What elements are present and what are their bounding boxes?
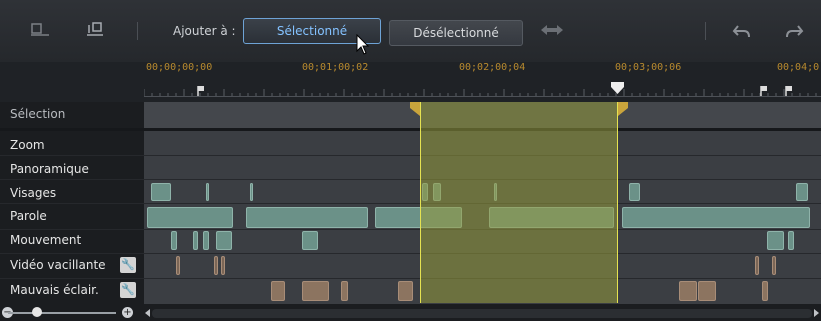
faces-segment[interactable] bbox=[206, 183, 209, 201]
motion-segment[interactable] bbox=[171, 231, 177, 250]
toolbar: Ajouter à : Sélectionné Désélectionné bbox=[0, 0, 821, 63]
selection-range[interactable] bbox=[420, 102, 618, 303]
shaky-video-segment[interactable] bbox=[755, 256, 759, 275]
add-to-label: Ajouter à : bbox=[173, 24, 236, 38]
row-label-bad-lighting: Mauvais éclair. bbox=[10, 283, 99, 297]
shaky-video-segment[interactable] bbox=[214, 256, 218, 275]
row-divider bbox=[0, 278, 821, 279]
faces-segment[interactable] bbox=[250, 183, 253, 201]
timecode-3: 00;03;00;06 bbox=[615, 62, 682, 73]
bad-lighting-segment[interactable] bbox=[698, 281, 716, 301]
faces-segment[interactable] bbox=[796, 183, 808, 201]
horizontal-scrollbar[interactable] bbox=[152, 309, 812, 318]
swap-arrows-icon[interactable] bbox=[537, 21, 563, 43]
faces-segment[interactable] bbox=[151, 183, 171, 201]
shaky-video-segment[interactable] bbox=[176, 256, 180, 275]
row-divider bbox=[0, 229, 821, 230]
motion-segment[interactable] bbox=[788, 231, 794, 250]
timecode-4: 00;04;0 bbox=[777, 62, 820, 73]
motion-segment[interactable] bbox=[302, 231, 318, 250]
motion-segment[interactable] bbox=[203, 231, 209, 250]
row-divider bbox=[0, 203, 821, 204]
zoom-in-icon[interactable]: + bbox=[122, 307, 133, 318]
bad-lighting-segment[interactable] bbox=[271, 281, 285, 301]
bad-lighting-segment[interactable] bbox=[398, 281, 413, 301]
marker-flag-icon[interactable] bbox=[760, 86, 768, 96]
speech-segment[interactable] bbox=[622, 207, 810, 228]
ruler-baseline bbox=[144, 96, 821, 97]
timecode-0: 00;00;00;00 bbox=[146, 62, 213, 73]
playhead-icon[interactable] bbox=[611, 82, 624, 96]
shaky-video-segment[interactable] bbox=[221, 256, 225, 275]
toolbar-divider-2 bbox=[705, 22, 706, 40]
row-divider bbox=[0, 128, 821, 131]
selection-remove-icon[interactable] bbox=[81, 21, 107, 43]
bad-lighting-segment[interactable] bbox=[341, 281, 348, 301]
undo-icon[interactable] bbox=[729, 22, 755, 44]
row-divider bbox=[0, 179, 821, 180]
selection-range-handles[interactable] bbox=[410, 102, 628, 116]
toolbar-divider bbox=[137, 22, 138, 40]
row-label-zoom: Zoom bbox=[10, 138, 45, 152]
bad-lighting-segment[interactable] bbox=[762, 281, 768, 301]
timecode-2: 00;02;00;04 bbox=[459, 62, 526, 73]
scroll-left-icon[interactable] bbox=[144, 308, 152, 318]
deselected-button[interactable]: Désélectionné bbox=[389, 20, 523, 46]
row-label-motion: Mouvement bbox=[10, 233, 82, 247]
wrench-icon[interactable]: 🔧 bbox=[120, 282, 136, 298]
mouse-cursor-icon bbox=[356, 34, 370, 55]
speech-segment[interactable] bbox=[246, 207, 368, 228]
motion-segment[interactable] bbox=[216, 231, 232, 250]
ruler-ticks bbox=[144, 89, 817, 96]
row-label-shaky-video: Vidéo vacillante bbox=[10, 258, 106, 272]
zoom-slider-thumb[interactable] bbox=[32, 307, 42, 317]
motion-segment[interactable] bbox=[767, 231, 784, 250]
faces-segment[interactable] bbox=[629, 183, 640, 201]
row-label-faces: Visages bbox=[10, 186, 57, 200]
shaky-video-segment[interactable] bbox=[772, 256, 776, 275]
redo-icon[interactable] bbox=[781, 22, 807, 44]
row-label-speech: Parole bbox=[10, 209, 47, 223]
track-labels: Sélection Zoom Panoramique Visages Parol… bbox=[0, 102, 144, 321]
row-divider bbox=[0, 253, 821, 254]
wrench-icon[interactable]: 🔧 bbox=[120, 257, 136, 273]
motion-segment[interactable] bbox=[193, 231, 198, 250]
zoom-slider-track[interactable] bbox=[8, 312, 116, 314]
marker-flag-icon[interactable] bbox=[785, 86, 793, 96]
selection-add-icon[interactable] bbox=[27, 21, 53, 43]
timecode-1: 00;01;00;02 bbox=[302, 62, 369, 73]
bad-lighting-segment[interactable] bbox=[302, 281, 329, 301]
row-label-pan: Panoramique bbox=[10, 162, 89, 176]
row-divider bbox=[0, 155, 821, 156]
scroll-right-icon[interactable] bbox=[812, 308, 820, 318]
marker-flag-icon[interactable] bbox=[197, 86, 205, 96]
speech-segment[interactable] bbox=[147, 207, 233, 228]
row-label-selection: Sélection bbox=[10, 107, 66, 121]
bad-lighting-segment[interactable] bbox=[679, 281, 697, 301]
